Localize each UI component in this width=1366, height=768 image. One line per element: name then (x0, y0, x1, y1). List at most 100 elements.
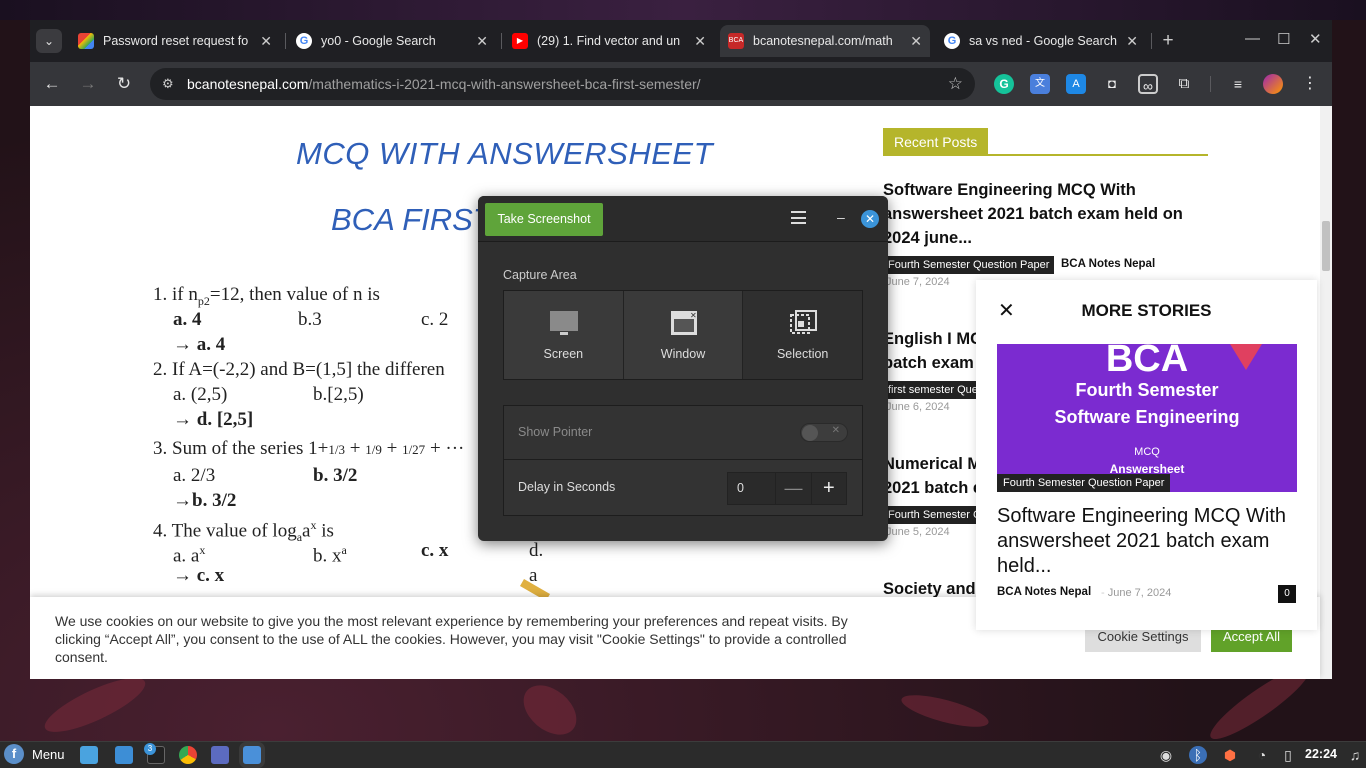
show-desktop-icon[interactable] (80, 746, 98, 764)
calculator-icon[interactable] (211, 746, 229, 764)
minimize-icon[interactable]: — (1245, 30, 1260, 47)
story-thumbnail[interactable]: BCA Fourth Semester Software Engineering… (997, 344, 1297, 492)
clock[interactable]: 22:24 (1305, 747, 1337, 761)
discord-icon[interactable]: ◉ (1157, 746, 1175, 764)
option: a. 4 (173, 309, 202, 330)
grammarly-icon[interactable]: G (994, 74, 1014, 94)
site-info-icon[interactable]: ⚙ (162, 68, 174, 100)
youtube-icon: ▶ (512, 33, 528, 49)
close-tab-icon[interactable]: ✕ (694, 33, 706, 50)
tab-title: bcanotesnepal.com/math (753, 34, 893, 48)
close-tab-icon[interactable]: ✕ (910, 33, 922, 50)
tab-bcanotesnepal[interactable]: BCA bcanotesnepal.com/math ✕ (720, 25, 930, 57)
files-icon[interactable] (115, 746, 133, 764)
forward-icon[interactable]: → (76, 72, 100, 96)
tab-gmail[interactable]: Password reset request fo ✕ (70, 25, 280, 57)
recent-post-title[interactable]: Software Engineering MCQ With answershee… (883, 178, 1203, 250)
mode-label: Screen (543, 347, 584, 361)
gmail-icon (78, 33, 94, 49)
show-pointer-toggle[interactable]: ✕ (800, 423, 848, 442)
story-author[interactable]: BCA Notes Nepal (997, 586, 1091, 598)
question-2: 2. If A=(-2,2) and B=(1,5] the differen (153, 359, 445, 380)
comment-count[interactable]: 0 (1278, 585, 1296, 603)
maximize-icon[interactable]: ☐ (1277, 30, 1290, 48)
cookie-text: We use cookies on our website to give yo… (55, 613, 848, 665)
post-category[interactable]: first semester Que (883, 381, 978, 399)
screenshot-app-icon[interactable] (243, 746, 261, 764)
translate-icon[interactable]: 文 (1030, 74, 1050, 94)
close-icon[interactable]: ✕ (861, 210, 879, 228)
scrollbar-thumb[interactable] (1322, 221, 1330, 271)
recent-post-title[interactable]: Numerical M (883, 452, 978, 476)
post-category[interactable]: Fourth Semester Question Paper (883, 256, 1055, 274)
close-tab-icon[interactable]: ✕ (476, 33, 488, 50)
close-icon[interactable]: ✕ (998, 298, 1015, 323)
story-category[interactable]: Fourth Semester Question Paper (997, 474, 1171, 492)
option: c. 2 (421, 309, 449, 330)
extension-square-icon[interactable]: ◘ (1102, 74, 1122, 94)
desktop-top-edge (0, 0, 1366, 20)
thumb-text: MCQ (1134, 446, 1160, 458)
bluetooth-icon[interactable]: ᛒ (1189, 746, 1207, 764)
tab-google-search-2[interactable]: G sa vs ned - Google Search ✕ (936, 25, 1146, 57)
minimize-icon[interactable]: – (837, 209, 845, 225)
tab-youtube[interactable]: ▶ (29) 1. Find vector and un ✕ (504, 25, 714, 57)
chrome-icon[interactable] (179, 746, 197, 764)
extensions-puzzle-icon[interactable]: ⧉ (1174, 74, 1194, 94)
selection-icon (790, 310, 818, 334)
capture-mode-group: Screen ✕ Window Selection (503, 290, 863, 380)
new-tab-icon[interactable]: + (1156, 29, 1180, 53)
wifi-icon[interactable]: ◔ (1253, 746, 1271, 764)
option: a. (2,5) (173, 384, 228, 405)
window-icon: ✕ (670, 311, 697, 335)
option: b.3 (298, 309, 322, 330)
increment-button[interactable]: + (810, 473, 846, 504)
more-stories-title: MORE STORIES (1081, 301, 1212, 320)
reload-icon[interactable]: ↻ (112, 72, 136, 96)
take-screenshot-button[interactable]: Take Screenshot (485, 203, 603, 236)
mode-screen-button[interactable]: Screen (504, 291, 624, 379)
mode-window-button[interactable]: ✕ Window (623, 291, 744, 379)
option: b.[2,5) (313, 384, 364, 405)
option: b. 3/2 (313, 465, 358, 486)
media-queue-icon[interactable]: ≡ (1228, 74, 1248, 94)
show-pointer-label: Show Pointer (518, 425, 593, 439)
recent-post-title-cont[interactable]: 2021 batch e (883, 476, 978, 500)
start-menu-button[interactable]: f Menu (4, 744, 65, 764)
post-date: June 7, 2024 (886, 276, 950, 288)
thumb-text: Software Engineering (1054, 407, 1240, 427)
post-category[interactable]: Fourth Semester C (883, 506, 978, 524)
close-tab-icon[interactable]: ✕ (260, 33, 272, 50)
bca-icon: BCA (728, 33, 744, 49)
article-subheading: BCA FIRST (331, 202, 492, 237)
recent-post-title[interactable]: English I MC (883, 327, 978, 351)
recent-post-title-cont[interactable]: batch exam (883, 351, 978, 375)
update-shield-icon[interactable]: ⬢ (1221, 746, 1239, 764)
recent-posts-label: Recent Posts (883, 128, 989, 156)
profile-avatar[interactable] (1263, 74, 1283, 94)
bookmark-star-icon[interactable]: ☆ (948, 68, 963, 100)
browser-menu-icon[interactable]: ⋮ (1300, 74, 1320, 94)
decrement-button[interactable]: — (775, 473, 810, 504)
story-title[interactable]: Software Engineering MCQ With answershee… (997, 504, 1302, 579)
mcq-image: 1. if np2=12, then value of n is a. 4 b.… (153, 284, 544, 586)
logo-badge (1230, 344, 1262, 370)
page-scrollbar[interactable] (1320, 106, 1332, 679)
tab-google-search[interactable]: G yo0 - Google Search ✕ (288, 25, 496, 57)
capture-area-label: Capture Area (503, 268, 577, 282)
hamburger-menu-icon[interactable] (791, 211, 806, 224)
url-domain: bcanotesnepal.com (187, 76, 309, 92)
close-tab-icon[interactable]: ✕ (1126, 33, 1138, 50)
reading-mode-icon[interactable]: ∞ (1138, 74, 1158, 94)
back-icon[interactable]: ← (40, 72, 64, 96)
extension-a-icon[interactable]: A (1066, 74, 1086, 94)
music-note-icon[interactable]: ♫ (1346, 746, 1364, 764)
post-author[interactable]: BCA Notes Nepal (1061, 258, 1155, 270)
tab-search-button[interactable]: ⌄ (36, 29, 62, 53)
mode-selection-button[interactable]: Selection (743, 291, 863, 379)
tab-title: sa vs ned - Google Search (969, 34, 1117, 48)
close-window-icon[interactable]: ✕ (1309, 30, 1322, 48)
battery-icon[interactable]: ▯ (1279, 746, 1297, 764)
address-bar[interactable]: ⚙ bcanotesnepal.com/mathematics-i-2021-m… (150, 68, 975, 100)
delay-input[interactable]: 0 (728, 473, 775, 504)
